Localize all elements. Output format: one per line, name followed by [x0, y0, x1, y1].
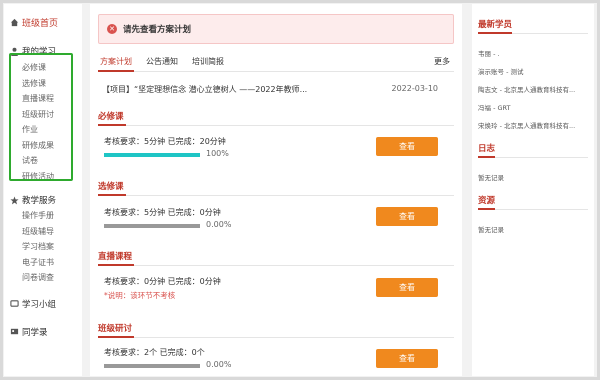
more-link[interactable]: 更多 — [434, 56, 450, 67]
sidebar-item-classmates[interactable]: 同学录 — [4, 326, 82, 338]
sidebar-item-homework[interactable]: 作业 — [4, 122, 82, 138]
tab-bar: 方案计划 公告通知 培训简报 更多 — [98, 56, 454, 72]
project-date: 2022-03-10 — [391, 84, 439, 93]
progress-bar — [104, 364, 200, 368]
view-live-button[interactable]: 查看 — [376, 278, 438, 297]
sidebar-item-survey[interactable]: 问卷调查 — [4, 270, 82, 286]
log-empty-text: 暂无记录 — [478, 174, 504, 182]
sidebar-item-live-course[interactable]: 直播课程 — [4, 91, 82, 107]
resource-title: 资源 — [478, 194, 588, 210]
project-row[interactable]: 【项目】“坚定理想信念 潜心立德树人 ——2022年教师... 2022-03-… — [102, 84, 438, 98]
view-discussion-button[interactable]: 查看 — [376, 349, 438, 368]
group-icon — [10, 300, 19, 307]
student-entry[interactable]: 陶志文 - 北京黑人通教育科技有... — [478, 84, 590, 94]
sidebar-item-exam[interactable]: 试卷 — [4, 153, 82, 169]
sidebar-section-label: 教学服务 — [22, 196, 57, 206]
sidebar-item-class-tutoring[interactable]: 班级辅导 — [4, 224, 82, 240]
section-title-label: 必修课 — [98, 110, 126, 126]
section-title-label: 选修课 — [98, 180, 126, 196]
sidebar-item-study-archive[interactable]: 学习档案 — [4, 239, 82, 255]
exemption-note: *说明：该环节不考核 — [104, 291, 176, 300]
sidebar-item-elective-course[interactable]: 选修课 — [4, 76, 82, 92]
right-panel: 最新学员 韦丽 - . 演示账号 - 测试 陶志文 - 北京黑人通教育科技有..… — [472, 4, 594, 376]
section-title-label: 班级研讨 — [98, 322, 135, 338]
sidebar-section-label: 我的学习 — [22, 47, 57, 57]
progress-fill — [104, 153, 200, 157]
tab-plan[interactable]: 方案计划 — [98, 56, 134, 72]
tab-briefing[interactable]: 培训简报 — [190, 56, 226, 71]
section-title: 选修课 — [98, 180, 454, 196]
error-icon: ✕ — [107, 24, 117, 34]
requirement-text: 考核要求：0分钟 已完成：0分钟 — [104, 277, 221, 286]
resource-empty-text: 暂无记录 — [478, 226, 504, 234]
sidebar-item-required-course[interactable]: 必修课 — [4, 60, 82, 76]
progress-percent: 0.00% — [206, 360, 232, 369]
main-content: ✕ 请先查看方案计划 方案计划 公告通知 培训简报 更多 【项目】“坚定理想信念… — [90, 4, 462, 376]
log-title: 日志 — [478, 142, 588, 158]
view-required-button[interactable]: 查看 — [376, 137, 438, 156]
panel-title-label: 日志 — [478, 142, 496, 158]
panel-title-label: 最新学员 — [478, 18, 513, 34]
sidebar-item-study-group[interactable]: 学习小组 — [4, 298, 82, 310]
alert-text: 请先查看方案计划 — [123, 25, 192, 35]
view-elective-button[interactable]: 查看 — [376, 207, 438, 226]
requirement-text: 考核要求：2个 已完成：0个 — [104, 348, 205, 357]
student-entry[interactable]: 宋焕玲 - 北京黑人通教育科技有... — [478, 120, 590, 130]
tab-notice[interactable]: 公告通知 — [144, 56, 180, 71]
star-icon — [10, 195, 19, 204]
sidebar-item-manual[interactable]: 操作手册 — [4, 208, 82, 224]
plan-alert: ✕ 请先查看方案计划 — [98, 14, 454, 44]
latest-students-title: 最新学员 — [478, 18, 588, 34]
sidebar-item-study-results[interactable]: 研修成果 — [4, 138, 82, 154]
section-title-label: 直播课程 — [98, 250, 135, 266]
sidebar-home-label: 班级首页 — [22, 19, 59, 29]
student-entry[interactable]: 冯福 - GRT — [478, 102, 590, 112]
progress-bar — [104, 224, 200, 228]
section-title: 必修课 — [98, 110, 454, 126]
sidebar-item-class-discussion[interactable]: 班级研讨 — [4, 107, 82, 123]
sidebar-section-teaching-service: 教学服务 — [4, 194, 82, 206]
contacts-icon — [10, 328, 19, 335]
sidebar-section-label: 学习小组 — [22, 299, 57, 310]
user-icon — [10, 47, 19, 56]
sidebar-section-label: 同学录 — [22, 327, 48, 338]
sidebar-item-study-activity[interactable]: 研修活动 — [4, 169, 82, 185]
sidebar-section-my-study: 我的学习 — [4, 45, 82, 57]
progress-percent: 100% — [206, 149, 229, 158]
panel-title-label: 资源 — [478, 194, 496, 210]
home-icon — [10, 18, 19, 27]
project-title[interactable]: 【项目】“坚定理想信念 潜心立德树人 ——2022年教师... — [102, 84, 307, 98]
section-title: 直播课程 — [98, 250, 454, 266]
section-title: 班级研讨 — [98, 322, 454, 338]
progress-percent: 0.00% — [206, 220, 232, 229]
requirement-text: 考核要求：5分钟 已完成：20分钟 — [104, 137, 226, 146]
sidebar: 班级首页 我的学习 必修课 选修课 直播课程 班级研讨 作业 研修成果 试卷 研… — [4, 4, 82, 376]
progress-bar — [104, 153, 200, 157]
student-entry[interactable]: 演示账号 - 测试 — [478, 66, 590, 76]
sidebar-home-link[interactable]: 班级首页 — [4, 4, 82, 29]
sidebar-item-e-certificate[interactable]: 电子证书 — [4, 255, 82, 271]
student-entry[interactable]: 韦丽 - . — [478, 48, 590, 58]
requirement-text: 考核要求：5分钟 已完成：0分钟 — [104, 208, 221, 217]
